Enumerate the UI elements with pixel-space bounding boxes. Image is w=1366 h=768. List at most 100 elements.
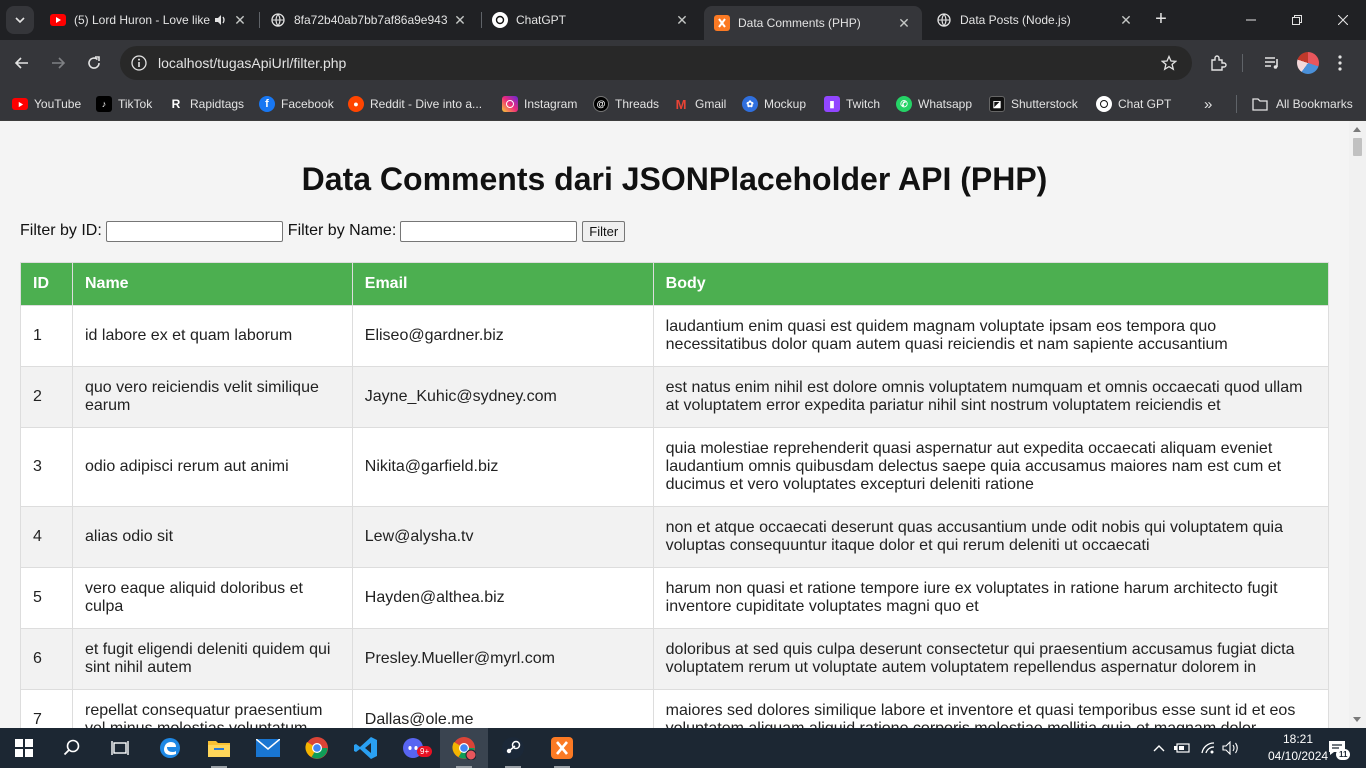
page-scrollbar[interactable]: [1349, 121, 1366, 728]
bookmark-tiktok[interactable]: ♪ TikTok: [96, 92, 152, 116]
cell-email: Eliseo@gardner.biz: [351, 305, 654, 367]
close-tab-icon[interactable]: ✕: [232, 12, 248, 28]
bookmark-facebook[interactable]: f Facebook: [259, 92, 334, 116]
media-control-button[interactable]: [1258, 49, 1286, 77]
more-bookmarks-button[interactable]: »: [1204, 92, 1212, 116]
filter-button[interactable]: Filter: [582, 220, 626, 242]
minimize-icon: [1246, 19, 1256, 21]
cell-email: Dallas@ole.me: [351, 689, 654, 728]
speaker-icon[interactable]: [212, 12, 228, 28]
arrow-left-icon: [14, 57, 28, 69]
bookmark-label: Whatsapp: [918, 97, 973, 111]
volume-tray-button[interactable]: [1220, 728, 1242, 768]
taskbar-mail[interactable]: [244, 728, 292, 768]
close-window-button[interactable]: [1320, 0, 1366, 40]
tab-hash[interactable]: 8fa72b40ab7bb7af86a9e943 ✕: [260, 6, 478, 34]
facebook-icon: f: [259, 96, 275, 112]
taskbar-xampp[interactable]: [538, 728, 586, 768]
bookmark-gmail[interactable]: M Gmail: [673, 92, 727, 116]
taskbar-edge[interactable]: [146, 728, 194, 768]
cell-body: maiores sed dolores similique labore et …: [652, 689, 1330, 728]
bookmark-star-button[interactable]: [1154, 48, 1184, 78]
close-tab-icon[interactable]: ✕: [1118, 12, 1134, 28]
minimize-button[interactable]: [1228, 0, 1274, 40]
bookmark-reddit[interactable]: ● Reddit - Dive into a...: [348, 92, 482, 116]
avatar: [1297, 52, 1319, 74]
notification-center-button[interactable]: 11: [1322, 728, 1352, 768]
cell-body: doloribus at sed quis culpa deserunt con…: [652, 628, 1330, 690]
battery-tray-button[interactable]: [1172, 728, 1192, 768]
steam-icon: [502, 737, 524, 759]
start-button[interactable]: [0, 728, 48, 768]
bookmark-twitch[interactable]: ▮ Twitch: [824, 92, 880, 116]
site-info-button[interactable]: [124, 48, 154, 78]
folder-icon: [1252, 97, 1268, 111]
cell-body: laudantium enim quasi est quidem magnam …: [652, 305, 1330, 367]
mail-icon: [256, 739, 280, 757]
cell-name: odio adipisci rerum aut animi: [71, 427, 353, 507]
tab-youtube[interactable]: (5) Lord Huron - Love like ✕: [40, 6, 258, 34]
extensions-button[interactable]: [1204, 49, 1232, 77]
scroll-up-arrow-icon[interactable]: [1353, 127, 1361, 132]
restore-button[interactable]: [1274, 0, 1320, 40]
bookmark-threads[interactable]: @ Threads: [593, 92, 659, 116]
chrome-menu-button[interactable]: [1326, 49, 1354, 77]
cell-id: 3: [20, 427, 73, 507]
back-button[interactable]: [8, 49, 36, 77]
profile-button[interactable]: [1294, 49, 1322, 77]
scroll-down-arrow-icon[interactable]: [1353, 717, 1361, 722]
bookmark-shutterstock[interactable]: ◪ Shutterstock: [989, 92, 1078, 116]
filter-name-input[interactable]: [400, 220, 578, 242]
close-tab-icon[interactable]: ✕: [674, 12, 690, 28]
task-view-button[interactable]: [96, 728, 144, 768]
taskbar-vscode[interactable]: [342, 728, 390, 768]
edge-icon: [160, 738, 180, 758]
url-text[interactable]: localhost/tugasApiUrl/filter.php: [158, 55, 1154, 71]
taskbar-clock[interactable]: 18:21 04/10/2024: [1268, 731, 1328, 765]
rapidtags-icon: R: [171, 97, 181, 111]
bookmark-mockup[interactable]: ✿ Mockup: [742, 92, 806, 116]
show-hidden-icons-button[interactable]: [1150, 728, 1168, 768]
bookmark-whatsapp[interactable]: ✆ Whatsapp: [896, 92, 972, 116]
address-bar[interactable]: localhost/tugasApiUrl/filter.php: [120, 46, 1192, 80]
new-tab-button[interactable]: +: [1150, 8, 1172, 30]
network-tray-button[interactable]: [1198, 728, 1218, 768]
arrow-right-icon: [52, 57, 66, 69]
filter-id-label: Filter by ID:: [20, 222, 102, 239]
bookmark-instagram[interactable]: Instagram: [502, 92, 577, 116]
queue-music-icon: [1265, 57, 1278, 69]
column-header-name: Name: [71, 262, 353, 306]
tab-data-posts[interactable]: Data Posts (Node.js) ✕: [926, 6, 1144, 34]
column-header-id: ID: [20, 262, 73, 306]
forward-button[interactable]: [44, 49, 72, 77]
cell-id: 1: [20, 305, 73, 367]
star-icon: [1161, 55, 1177, 71]
bookmark-rapidtags[interactable]: R Rapidtags: [168, 92, 244, 116]
cell-name: quo vero reiciendis velit similique earu…: [71, 366, 353, 428]
table-row: 5 vero eaque aliquid doloribus et culpa …: [20, 567, 1330, 629]
tab-search-button[interactable]: [6, 6, 34, 34]
all-bookmarks-button[interactable]: All Bookmarks: [1252, 92, 1353, 116]
reload-button[interactable]: [80, 49, 108, 77]
taskbar-search-button[interactable]: [48, 728, 96, 768]
youtube-icon: [50, 14, 66, 26]
taskbar-file-explorer[interactable]: [195, 728, 243, 768]
taskbar-chrome-profile[interactable]: [440, 728, 488, 768]
filter-id-input[interactable]: [105, 220, 283, 242]
taskbar-steam[interactable]: [489, 728, 537, 768]
close-tab-icon[interactable]: ✕: [452, 12, 468, 28]
taskbar-chrome[interactable]: [293, 728, 341, 768]
shutterstock-icon: ◪: [989, 96, 1005, 112]
wifi-icon: [1201, 742, 1215, 754]
chevron-double-right-icon: »: [1204, 95, 1213, 113]
close-icon: [1338, 15, 1348, 25]
close-tab-icon[interactable]: ✕: [896, 15, 912, 31]
tab-chatgpt[interactable]: ChatGPT ✕: [482, 6, 700, 34]
scrollbar-thumb[interactable]: [1353, 138, 1362, 156]
tab-title: Data Comments (PHP): [738, 16, 861, 30]
bookmark-youtube[interactable]: YouTube: [12, 92, 81, 116]
gmail-icon: M: [675, 96, 687, 112]
tab-data-comments[interactable]: Data Comments (PHP) ✕: [704, 6, 922, 40]
taskbar-discord[interactable]: 9+: [391, 728, 439, 768]
bookmark-chatgpt[interactable]: Chat GPT: [1096, 92, 1171, 116]
